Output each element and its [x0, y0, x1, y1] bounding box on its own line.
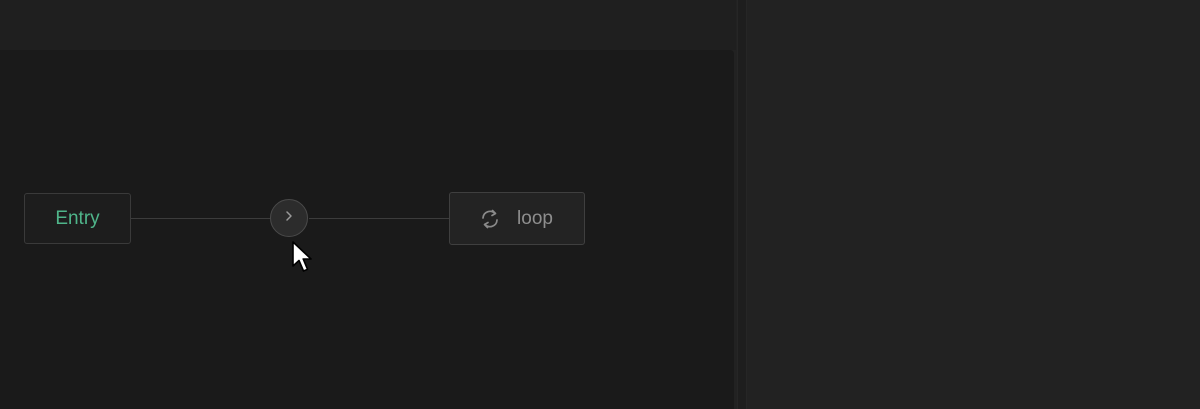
loop-node[interactable]: loop	[449, 192, 585, 245]
entry-node-label: Entry	[55, 207, 100, 229]
add-step-button[interactable]	[270, 199, 308, 237]
edge-connector-to-loop	[309, 218, 450, 219]
panel-divider[interactable]	[737, 0, 747, 409]
entry-node[interactable]: Entry	[24, 193, 131, 244]
canvas-header-area	[0, 0, 736, 50]
loop-icon	[477, 206, 503, 232]
app-window: Entry loop	[0, 0, 1200, 409]
chevron-right-icon	[282, 209, 296, 228]
edge-entry-to-connector	[131, 218, 271, 219]
right-panel	[747, 0, 1200, 409]
loop-node-label: loop	[517, 207, 553, 229]
mouse-cursor-icon	[290, 240, 314, 276]
